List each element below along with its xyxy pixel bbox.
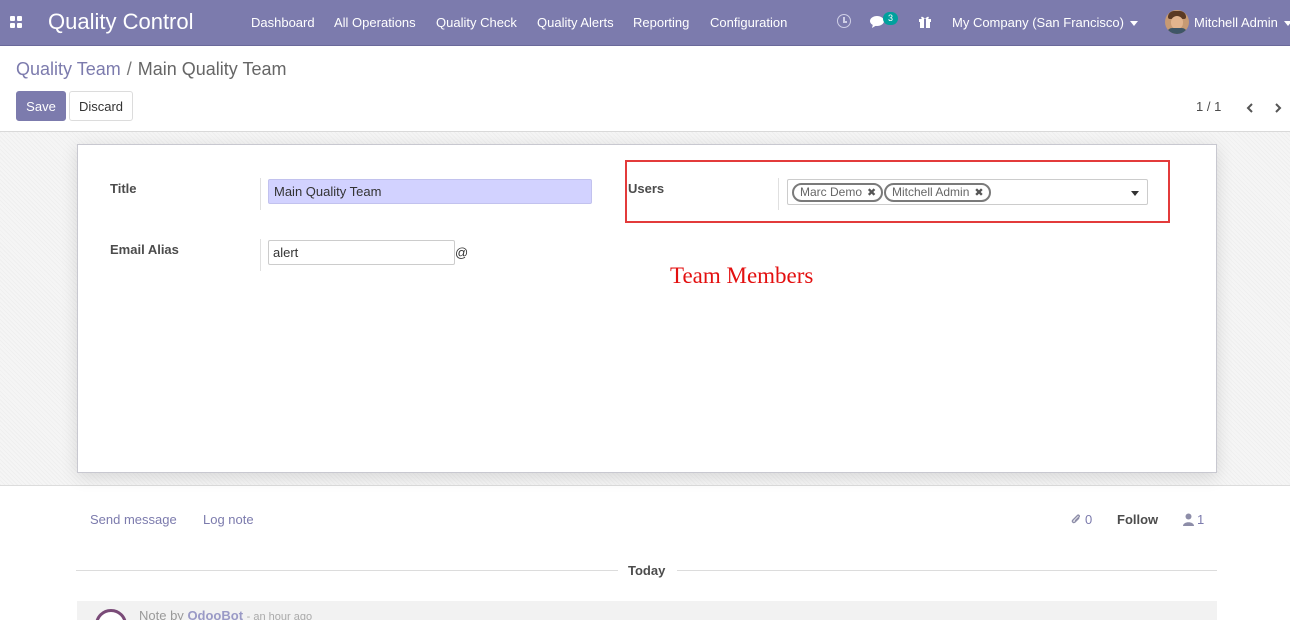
apps-grid-icon[interactable]: [10, 16, 22, 28]
attachments-count[interactable]: 0: [1085, 512, 1092, 527]
company-switcher[interactable]: My Company (San Francisco): [952, 15, 1138, 30]
paperclip-icon[interactable]: [1070, 512, 1082, 526]
title-field[interactable]: [268, 179, 592, 204]
chevron-down-icon: [1129, 21, 1138, 27]
annotation-team-members: Team Members: [670, 263, 814, 288]
chevron-left-icon[interactable]: [1245, 101, 1255, 113]
message-time: - an hour ago: [246, 611, 313, 620]
author-avatar: [95, 609, 127, 620]
company-name: My Company (San Francisco): [952, 15, 1124, 30]
followers-count[interactable]: 1: [1197, 512, 1204, 527]
chevron-right-icon[interactable]: [1273, 101, 1283, 113]
follow-button[interactable]: Follow: [1117, 512, 1158, 527]
save-button[interactable]: Save: [16, 91, 66, 121]
app-title[interactable]: Quality Control: [48, 9, 194, 35]
log-note-button[interactable]: Log note: [203, 512, 254, 527]
discard-button[interactable]: Discard: [69, 91, 133, 121]
breadcrumb-separator: /: [126, 59, 132, 79]
top-navbar: Quality Control Dashboard All Operations…: [0, 0, 1290, 46]
menu-configuration[interactable]: Configuration: [710, 15, 787, 30]
messages-count-badge: 3: [883, 12, 898, 25]
breadcrumb-parent[interactable]: Quality Team: [16, 59, 121, 79]
menu-all-operations[interactable]: All Operations: [334, 15, 416, 30]
divider: [677, 570, 1217, 571]
message-author[interactable]: OdooBot: [187, 608, 243, 620]
user-menu[interactable]: Mitchell Admin: [1194, 15, 1290, 30]
clock-icon[interactable]: [837, 14, 851, 28]
message-type: Note by: [139, 608, 184, 620]
chatter-message: Note by OdooBot - an hour ago: [77, 601, 1217, 620]
user-icon[interactable]: [1183, 513, 1194, 526]
divider: [76, 570, 618, 571]
breadcrumb: Quality Team / Main Quality Team: [16, 59, 286, 80]
message-header: Note by OdooBot - an hour ago: [139, 608, 312, 620]
gift-icon[interactable]: [918, 14, 932, 28]
menu-quality-check[interactable]: Quality Check: [436, 15, 517, 30]
annotation-highlight-box: [625, 160, 1170, 223]
menu-reporting[interactable]: Reporting: [633, 15, 689, 30]
send-message-button[interactable]: Send message: [90, 512, 177, 527]
email-alias-field[interactable]: [268, 240, 455, 265]
user-name: Mitchell Admin: [1194, 15, 1278, 30]
chevron-down-icon: [1283, 21, 1290, 27]
menu-quality-alerts[interactable]: Quality Alerts: [537, 15, 614, 30]
pager-value[interactable]: 1 / 1: [1196, 99, 1221, 114]
title-label: Title: [110, 181, 137, 196]
email-alias-domain: @: [455, 245, 469, 260]
avatar[interactable]: [1165, 10, 1189, 34]
breadcrumb-current: Main Quality Team: [137, 59, 287, 79]
email-alias-label: Email Alias: [110, 242, 179, 257]
menu-dashboard[interactable]: Dashboard: [251, 15, 315, 30]
date-separator: Today: [628, 563, 666, 578]
field-divider: [260, 239, 261, 271]
field-divider: [260, 178, 261, 210]
